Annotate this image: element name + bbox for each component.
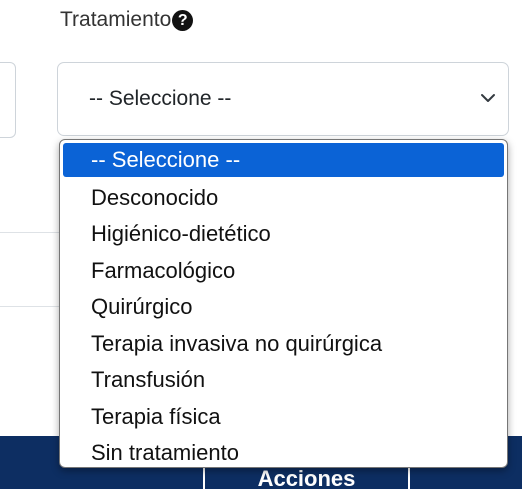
dropdown-option-terapia-fisica[interactable]: Terapia física [60,399,507,436]
row-divider [0,232,60,233]
dropdown-option-terapia-invasiva[interactable]: Terapia invasiva no quirúrgica [60,326,507,363]
treatment-label-text: Tratamiento [60,8,172,31]
chevron-down-icon [481,94,495,102]
dropdown-option-quirurgico[interactable]: Quirúrgico [60,289,507,326]
row-divider [0,306,60,307]
treatment-select-value: -- Seleccione -- [89,87,232,110]
adjacent-field-edge [0,62,16,138]
table-header-actions-label: Acciones [257,466,356,491]
dropdown-option-farmacologico[interactable]: Farmacológico [60,253,507,290]
dropdown-option-seleccione[interactable]: -- Seleccione -- [63,143,504,177]
question-circle-icon[interactable]: ? [172,9,194,31]
dropdown-option-desconocido[interactable]: Desconocido [60,180,507,217]
treatment-select[interactable]: -- Seleccione -- [57,62,509,136]
dropdown-option-transfusion[interactable]: Transfusión [60,362,507,399]
treatment-dropdown-list: -- Seleccione -- Desconocido Higiénico-d… [59,139,508,468]
treatment-field-label: Tratamiento ? [60,6,194,34]
dropdown-option-sin-tratamiento[interactable]: Sin tratamiento [60,435,507,467]
dropdown-option-higienico-dietetico[interactable]: Higiénico-dietético [60,216,507,253]
